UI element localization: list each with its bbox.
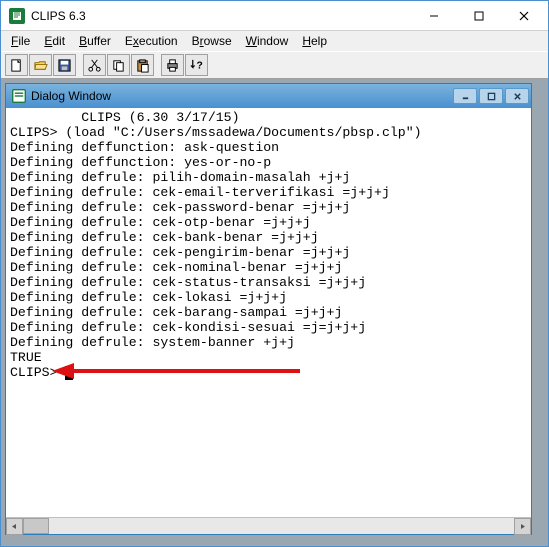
dialog-minimize-button[interactable] [453, 88, 477, 104]
new-button[interactable] [5, 54, 28, 76]
window-title: CLIPS 6.3 [31, 9, 411, 23]
cut-button[interactable] [83, 54, 106, 76]
menu-file[interactable]: File [5, 32, 36, 50]
menu-browse[interactable]: Browse [186, 32, 238, 50]
dialog-title: Dialog Window [31, 89, 453, 103]
scroll-right-button[interactable] [514, 518, 531, 535]
main-titlebar: CLIPS 6.3 [1, 1, 548, 31]
save-button[interactable] [53, 54, 76, 76]
minimize-button[interactable] [411, 2, 456, 30]
menu-buffer[interactable]: Buffer [73, 32, 117, 50]
window-controls [411, 2, 546, 30]
menu-window[interactable]: Window [240, 32, 295, 50]
scroll-left-button[interactable] [6, 518, 23, 535]
print-button[interactable] [161, 54, 184, 76]
menu-edit[interactable]: Edit [38, 32, 71, 50]
context-help-button[interactable]: ? [185, 54, 208, 76]
console-output[interactable]: CLIPS (6.30 3/17/15) CLIPS> (load "C:/Us… [6, 108, 531, 516]
text-cursor [65, 366, 73, 380]
dialog-window: Dialog Window CLIPS (6.30 3/17/15) CLIPS… [5, 83, 532, 535]
dialog-close-button[interactable] [505, 88, 529, 104]
horizontal-scrollbar[interactable] [6, 517, 531, 534]
toolbar: ? [1, 51, 548, 79]
paste-button[interactable] [131, 54, 154, 76]
dialog-titlebar[interactable]: Dialog Window [6, 84, 531, 108]
dialog-maximize-button[interactable] [479, 88, 503, 104]
svg-text:?: ? [197, 60, 203, 71]
copy-button[interactable] [107, 54, 130, 76]
scroll-track[interactable] [23, 518, 514, 534]
mdi-client-area: Dialog Window CLIPS (6.30 3/17/15) CLIPS… [1, 79, 548, 546]
maximize-button[interactable] [456, 2, 501, 30]
menubar: File Edit Buffer Execution Browse Window… [1, 31, 548, 51]
menu-help[interactable]: Help [296, 32, 333, 50]
open-button[interactable] [29, 54, 52, 76]
menu-execution[interactable]: Execution [119, 32, 184, 50]
close-button[interactable] [501, 2, 546, 30]
scroll-thumb[interactable] [23, 518, 49, 534]
dialog-icon [12, 89, 26, 103]
app-icon [9, 8, 25, 24]
dialog-controls [453, 88, 529, 104]
